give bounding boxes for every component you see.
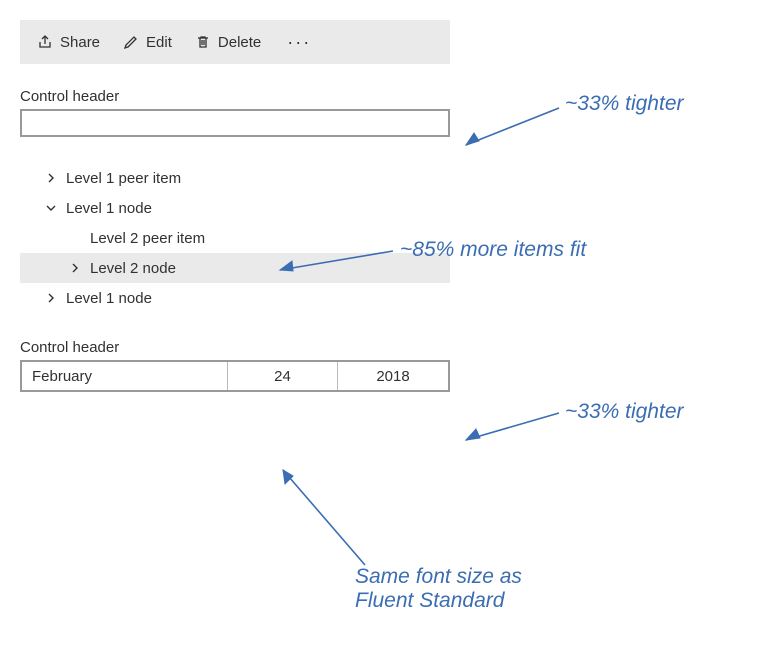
share-icon	[36, 33, 54, 51]
datepicker-section: Control header February 24 2018	[20, 339, 743, 392]
chevron-right-icon	[44, 171, 58, 185]
date-year[interactable]: 2018	[338, 362, 448, 390]
pencil-icon	[122, 33, 140, 51]
arrow-icon	[454, 410, 564, 450]
annotation-text: ~33% tighter	[565, 400, 684, 424]
tree-item-label: Level 1 peer item	[66, 170, 181, 187]
tree-item[interactable]: Level 1 node	[20, 193, 450, 223]
share-label: Share	[60, 34, 100, 51]
delete-button[interactable]: Delete	[190, 33, 265, 51]
date-picker[interactable]: February 24 2018	[20, 360, 450, 392]
date-day[interactable]: 24	[228, 362, 338, 390]
annotation-text: Same font size as Fluent Standard	[355, 565, 522, 613]
chevron-down-icon	[44, 201, 58, 215]
tree-view: Level 1 peer item Level 1 node Level 2 p…	[20, 163, 450, 313]
delete-label: Delete	[218, 34, 261, 51]
tree-item[interactable]: Level 1 peer item	[20, 163, 450, 193]
arrow-icon	[268, 248, 398, 278]
edit-button[interactable]: Edit	[118, 33, 176, 51]
date-month[interactable]: February	[22, 362, 228, 390]
annotation-text: ~85% more items fit	[400, 238, 586, 262]
tree-item-label: Level 2 peer item	[90, 230, 205, 247]
arrow-icon	[454, 105, 564, 155]
chevron-right-icon	[68, 261, 82, 275]
share-button[interactable]: Share	[32, 33, 104, 51]
annotation-text: ~33% tighter	[565, 92, 684, 116]
datepicker-header: Control header	[20, 339, 743, 356]
tree-item-label: Level 1 node	[66, 200, 152, 217]
trash-icon	[194, 33, 212, 51]
tree-item-label: Level 2 node	[90, 260, 176, 277]
chevron-right-icon	[44, 291, 58, 305]
overflow-button[interactable]: ···	[279, 32, 319, 53]
command-bar: Share Edit Delete ···	[20, 20, 450, 64]
textbox-input[interactable]	[20, 109, 450, 137]
tree-item-label: Level 1 node	[66, 290, 152, 307]
arrow-icon	[275, 460, 375, 570]
tree-item[interactable]: Level 1 node	[20, 283, 450, 313]
edit-label: Edit	[146, 34, 172, 51]
